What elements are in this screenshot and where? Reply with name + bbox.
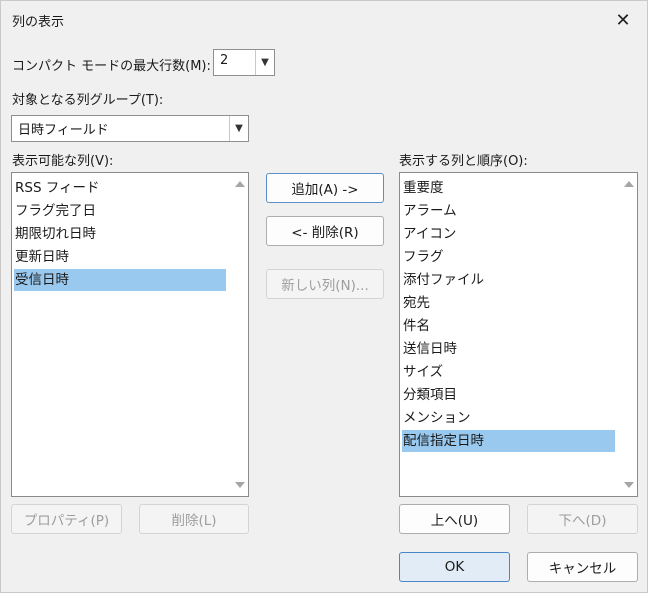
list-item[interactable]: 重要度 bbox=[402, 177, 615, 199]
scroll-up-icon[interactable] bbox=[235, 181, 245, 187]
chevron-down-icon[interactable]: ▼ bbox=[255, 50, 274, 75]
list-item[interactable]: 送信日時 bbox=[402, 338, 615, 360]
shown-columns-label: 表示する列と順序(O): bbox=[399, 154, 528, 169]
list-item[interactable]: フラグ完了日 bbox=[14, 200, 226, 222]
delete-button[interactable]: 削除(L) bbox=[139, 504, 249, 534]
column-group-value: 日時フィールド bbox=[18, 123, 109, 138]
move-up-button[interactable]: 上へ(U) bbox=[399, 504, 510, 534]
list-item[interactable]: フラグ bbox=[402, 246, 615, 268]
remove-button[interactable]: <- 削除(R) bbox=[266, 216, 384, 246]
list-item[interactable]: 分類項目 bbox=[402, 384, 615, 406]
list-item[interactable]: 更新日時 bbox=[14, 246, 226, 268]
compact-rows-label: コンパクト モードの最大行数(M): bbox=[12, 59, 211, 74]
chevron-down-icon[interactable]: ▼ bbox=[229, 116, 248, 141]
scroll-up-icon[interactable] bbox=[624, 181, 634, 187]
scroll-down-icon[interactable] bbox=[624, 482, 634, 488]
scroll-down-icon[interactable] bbox=[235, 482, 245, 488]
list-item[interactable]: 宛先 bbox=[402, 292, 615, 314]
move-down-button[interactable]: 下へ(D) bbox=[527, 504, 638, 534]
list-item[interactable]: 期限切れ日時 bbox=[14, 223, 226, 245]
list-item[interactable]: サイズ bbox=[402, 361, 615, 383]
list-item[interactable]: アラーム bbox=[402, 200, 615, 222]
cancel-button[interactable]: キャンセル bbox=[527, 552, 638, 582]
close-icon[interactable]: ✕ bbox=[607, 5, 639, 35]
new-column-button[interactable]: 新しい列(N)... bbox=[266, 269, 384, 299]
available-columns-label: 表示可能な列(V): bbox=[12, 154, 114, 169]
available-columns-list[interactable]: RSS フィード フラグ完了日 期限切れ日時 更新日時 受信日時 bbox=[11, 172, 249, 497]
list-item[interactable]: アイコン bbox=[402, 223, 615, 245]
dialog-window: 列の表示 ✕ コンパクト モードの最大行数(M): 2 ▼ 対象となる列グループ… bbox=[0, 0, 648, 593]
shown-columns-list[interactable]: 重要度 アラーム アイコン フラグ 添付ファイル 宛先 件名 送信日時 サイズ … bbox=[399, 172, 638, 497]
compact-rows-select[interactable]: 2 ▼ bbox=[213, 49, 275, 76]
list-item-selected[interactable]: 受信日時 bbox=[14, 269, 226, 291]
properties-button[interactable]: プロパティ(P) bbox=[11, 504, 122, 534]
title-bar: 列の表示 ✕ bbox=[1, 1, 647, 39]
ok-button[interactable]: OK bbox=[399, 552, 510, 582]
column-group-select[interactable]: 日時フィールド ▼ bbox=[11, 115, 249, 142]
scrollbar[interactable] bbox=[231, 173, 248, 496]
window-title: 列の表示 bbox=[12, 15, 65, 30]
list-item[interactable]: 添付ファイル bbox=[402, 269, 615, 291]
compact-rows-value: 2 bbox=[220, 53, 229, 68]
scrollbar[interactable] bbox=[620, 173, 637, 496]
column-group-label: 対象となる列グループ(T): bbox=[12, 93, 164, 108]
list-item[interactable]: メンション bbox=[402, 407, 615, 429]
add-button[interactable]: 追加(A) -> bbox=[266, 173, 384, 203]
list-item[interactable]: 件名 bbox=[402, 315, 615, 337]
list-item-selected[interactable]: 配信指定日時 bbox=[402, 430, 615, 452]
list-item[interactable]: RSS フィード bbox=[14, 177, 226, 199]
